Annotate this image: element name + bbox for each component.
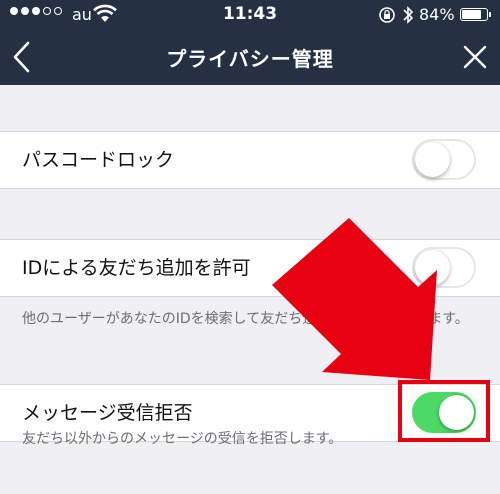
- battery-level: [462, 10, 481, 19]
- message-reject-label: メッセージ受信拒否: [22, 402, 193, 424]
- passcode-lock-label: パスコードロック: [22, 149, 175, 171]
- id-add-description: 他のユーザーがあなたのIDを検索して友だち追加することができます。: [22, 311, 469, 327]
- close-button[interactable]: [462, 44, 488, 70]
- passcode-lock-row[interactable]: パスコードロック: [0, 131, 500, 189]
- toggle-knob: [415, 250, 450, 285]
- battery-nub: [489, 12, 491, 17]
- nav-header: au 11:43 84% プライバシー管理: [0, 0, 500, 85]
- highlight-box: [398, 380, 490, 442]
- passcode-lock-toggle[interactable]: [412, 139, 476, 180]
- status-bar: au 11:43 84%: [0, 0, 500, 30]
- battery-icon: [460, 8, 488, 21]
- id-add-toggle[interactable]: [412, 247, 476, 288]
- page-title: プライバシー管理: [166, 47, 334, 71]
- id-add-label: IDによる友だち追加を許可: [22, 257, 251, 279]
- rotation-lock-icon: [379, 7, 395, 23]
- bluetooth-icon: [403, 6, 414, 24]
- id-add-row[interactable]: IDによる友だち追加を許可: [0, 239, 500, 297]
- battery-percent: 84%: [419, 5, 455, 24]
- toggle-knob: [415, 142, 450, 177]
